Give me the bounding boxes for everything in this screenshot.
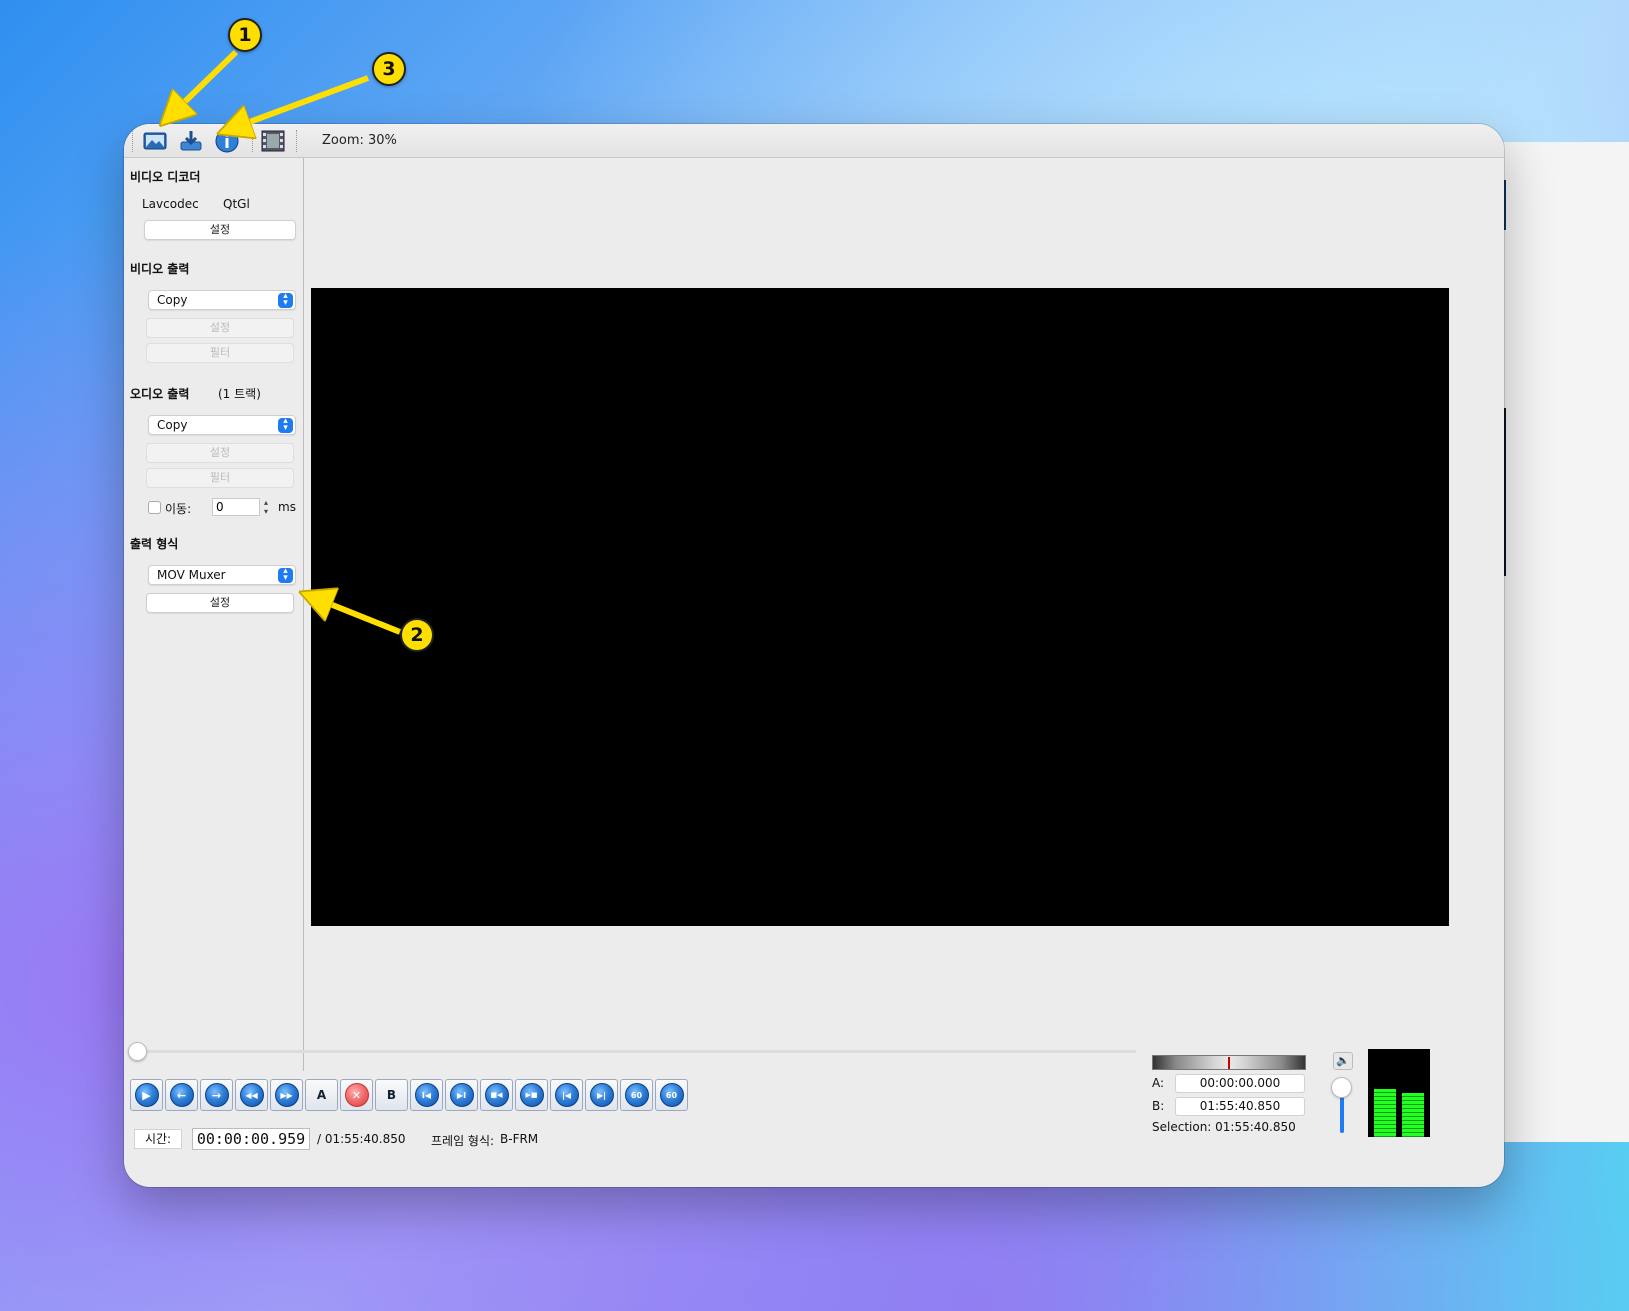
- annotation-arrows: [0, 49, 402, 635]
- annotation-arrow-1: [168, 49, 239, 118]
- annotation-badge-1: 1: [228, 18, 262, 52]
- annotation-arrow-3: [228, 75, 370, 130]
- annotation-arrow-2: [310, 596, 402, 635]
- annotation-badge-3: 3: [372, 52, 406, 86]
- annotation-badge-2: 2: [400, 618, 434, 652]
